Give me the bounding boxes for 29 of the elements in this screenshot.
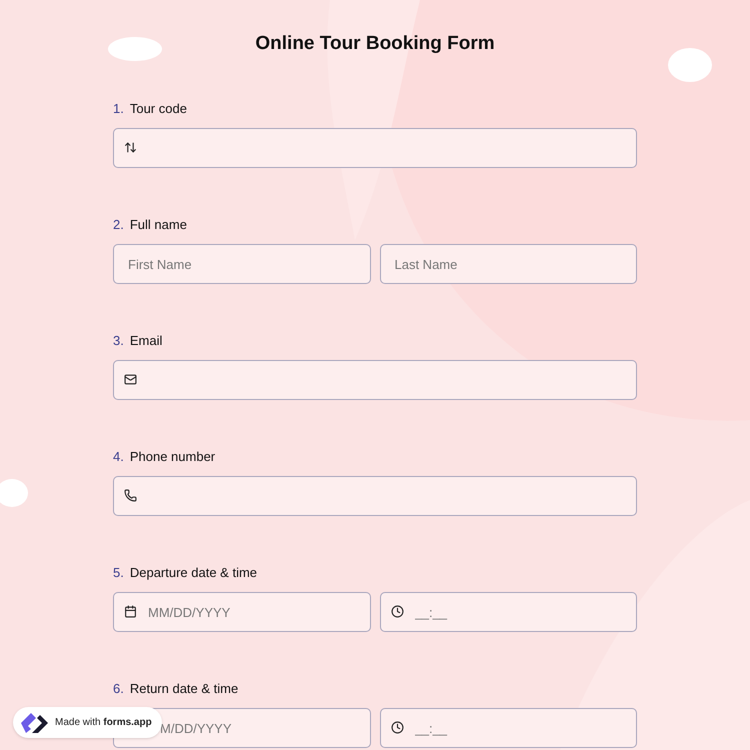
input-field[interactable]: Last Name — [380, 244, 637, 284]
input-field[interactable]: __:__ — [380, 592, 637, 632]
question-label: Return date & time — [130, 680, 238, 698]
question-label: Full name — [130, 216, 187, 234]
input-field[interactable] — [113, 128, 637, 168]
question-label: Tour code — [130, 100, 187, 118]
question-label: Email — [130, 332, 162, 350]
question-label: Phone number — [130, 448, 216, 466]
input-field[interactable] — [113, 360, 637, 400]
question-number: 2. — [113, 216, 124, 234]
clock-icon — [390, 605, 404, 618]
question-number: 3. — [113, 332, 124, 350]
sort-icon — [124, 141, 137, 154]
calendar-icon — [124, 605, 137, 618]
form-title: Online Tour Booking Form — [255, 32, 495, 56]
question-number: 5. — [113, 564, 124, 582]
input-field[interactable]: __:__ — [380, 708, 637, 748]
question-number: 6. — [113, 680, 124, 698]
input-field[interactable]: MM/DD/YYYY — [113, 592, 370, 632]
question-number: 1. — [113, 100, 124, 118]
input-field[interactable]: First Name — [113, 244, 370, 284]
clock-icon — [390, 721, 404, 734]
question-label: Departure date & time — [130, 564, 258, 582]
phone-icon — [124, 489, 137, 502]
input-field[interactable] — [113, 476, 637, 516]
logo-icon — [19, 710, 49, 734]
mail-icon — [124, 373, 137, 386]
made-with-toast[interactable]: Made with forms.app — [13, 707, 162, 738]
question-number: 4. — [113, 448, 124, 466]
